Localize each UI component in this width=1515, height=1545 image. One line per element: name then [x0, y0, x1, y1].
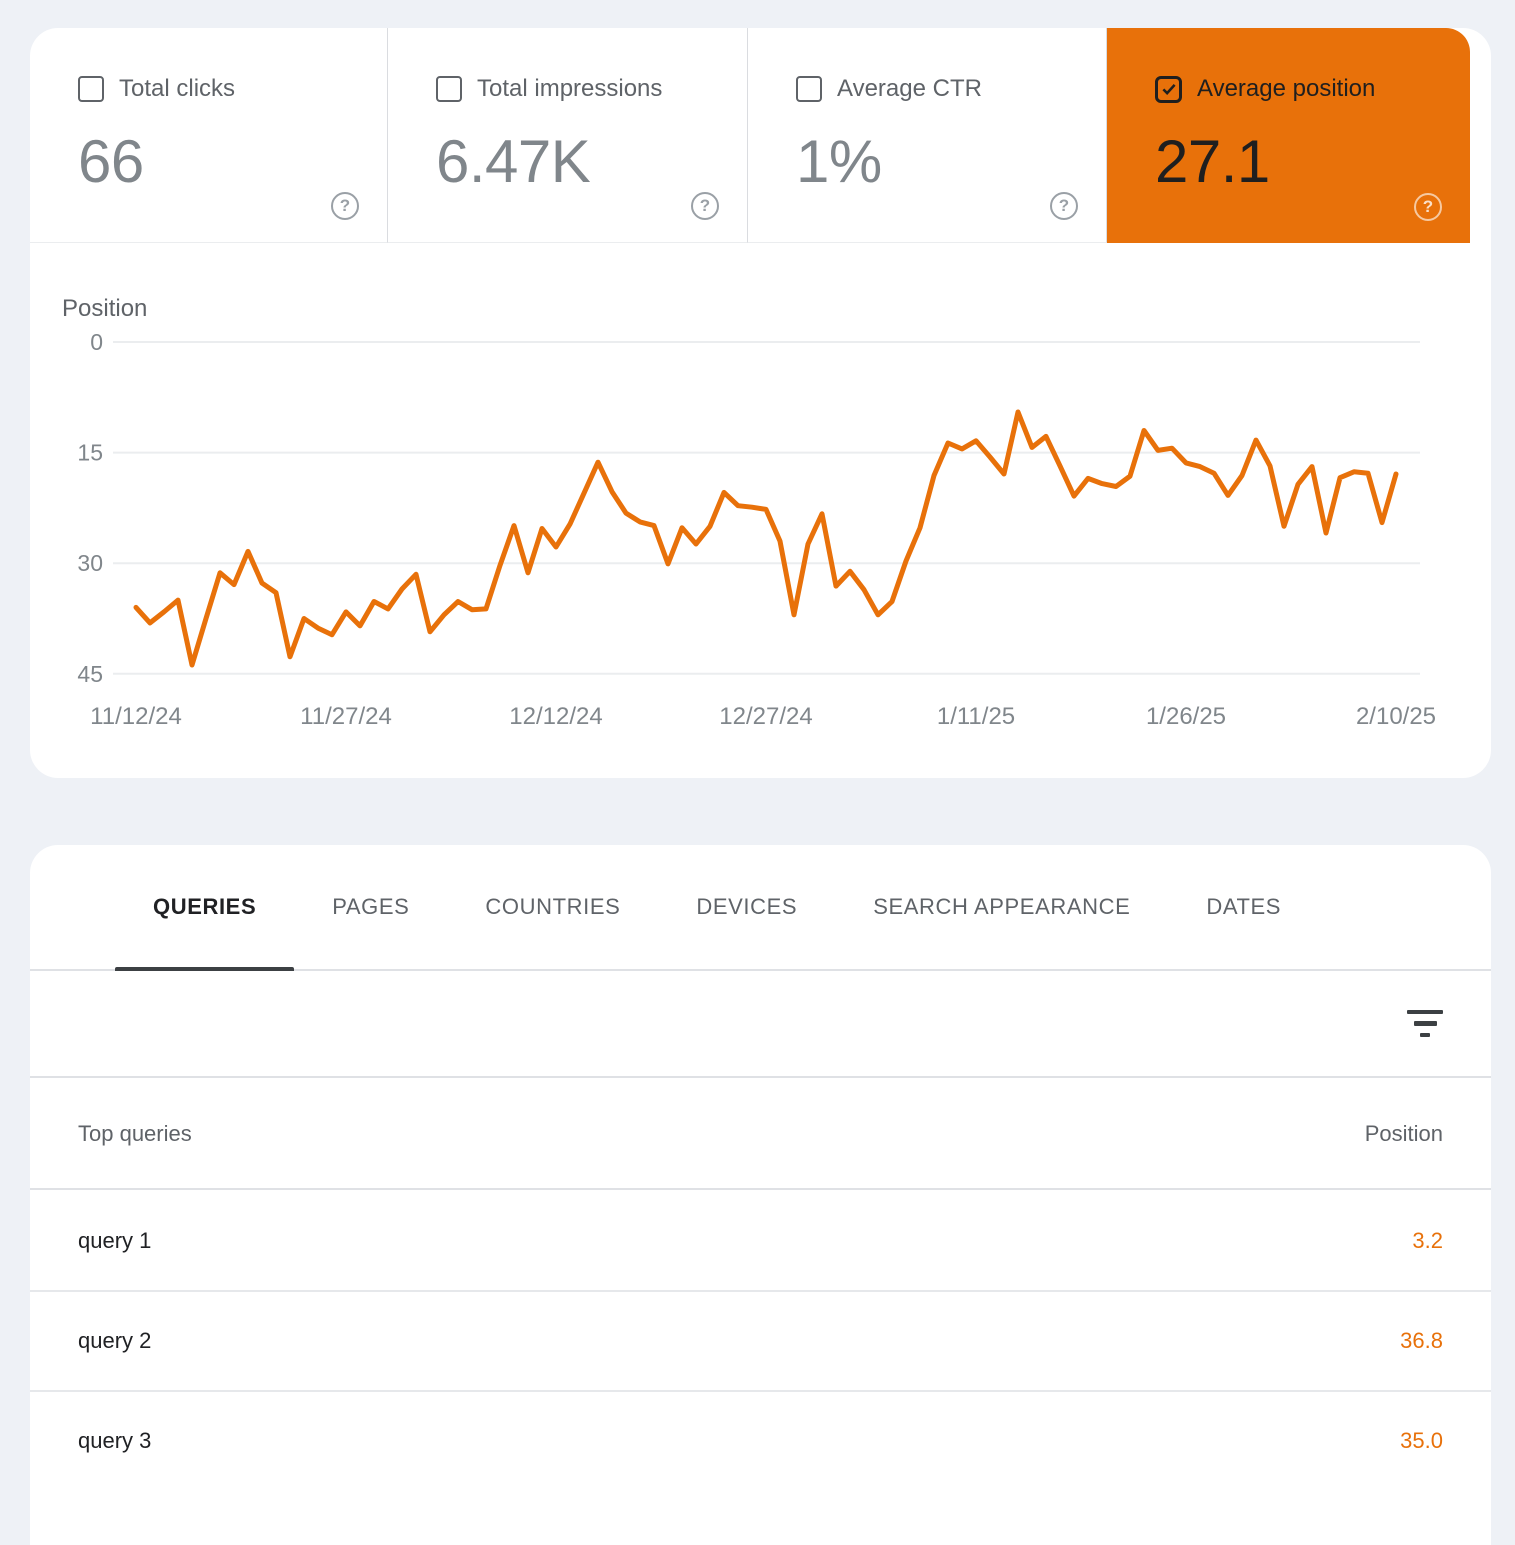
dimension-tabs: QUERIES PAGES COUNTRIES DEVICES SEARCH A… — [30, 845, 1491, 971]
position-cell: 3.2 — [1412, 1228, 1443, 1253]
y-tick-label: 30 — [77, 550, 103, 576]
help-icon[interactable]: ? — [331, 192, 359, 220]
help-icon[interactable]: ? — [1050, 192, 1078, 220]
help-icon[interactable]: ? — [691, 192, 719, 220]
query-cell[interactable]: query 2 — [78, 1328, 151, 1354]
metric-header: Total clicks — [78, 74, 235, 104]
metric-cards-row: Total clicks 66 ? Total impressions 6.47… — [30, 28, 1470, 243]
average-ctr-checkbox[interactable] — [796, 76, 822, 102]
query-cell[interactable]: query 1 — [78, 1228, 151, 1254]
tab-search-appearance[interactable]: SEARCH APPEARANCE — [835, 845, 1168, 969]
metric-value: 27.1 — [1155, 128, 1270, 195]
tab-label: DEVICES — [696, 894, 798, 919]
metric-card-total-clicks[interactable]: Total clicks 66 ? — [30, 28, 388, 243]
metric-card-average-position[interactable]: Average position 27.1 ? — [1107, 28, 1470, 243]
x-tick-label: 11/27/24 — [300, 703, 392, 730]
metric-label: Total impressions — [477, 75, 663, 102]
tab-devices[interactable]: DEVICES — [658, 845, 835, 969]
filter-button[interactable] — [1403, 1002, 1447, 1046]
metric-value: 6.47K — [436, 128, 591, 195]
table-header-row: Top queries Position — [30, 1080, 1491, 1190]
metric-card-average-ctr[interactable]: Average CTR 1% ? — [748, 28, 1107, 243]
top-queries-table-body: query 1 3.2 query 2 36.8 query 3 35.0 — [30, 1192, 1491, 1490]
metric-label: Average CTR — [837, 75, 982, 102]
table-row[interactable]: query 1 3.2 — [30, 1192, 1491, 1292]
table-toolbar — [30, 971, 1491, 1078]
table-row[interactable]: query 3 35.0 — [30, 1392, 1491, 1490]
x-tick-label: 11/12/24 — [90, 703, 182, 730]
tab-queries[interactable]: QUERIES — [115, 845, 295, 971]
metric-header: Average position — [1155, 74, 1375, 104]
metric-label: Total clicks — [119, 75, 236, 102]
metric-header: Total impressions — [436, 74, 662, 104]
position-cell: 36.8 — [1400, 1328, 1443, 1353]
average-position-line-chart: Position 0 15 30 45 11/12/24 11/27/24 12/12/24 1… — [62, 295, 1436, 730]
total-impressions-checkbox[interactable] — [436, 76, 462, 102]
position-series-line — [133, 409, 1399, 668]
x-tick-label: 12/27/24 — [719, 703, 812, 730]
metric-label: Average position — [1197, 75, 1376, 102]
filter-list-icon — [1407, 1009, 1443, 1015]
tab-countries[interactable]: COUNTRIES — [447, 845, 658, 969]
checkmark-icon — [1161, 84, 1176, 95]
y-tick-label: 0 — [90, 329, 103, 355]
average-position-checkbox[interactable] — [1155, 75, 1182, 103]
total-clicks-checkbox[interactable] — [78, 76, 104, 102]
tab-label: PAGES — [332, 894, 410, 919]
x-tick-label: 12/12/24 — [509, 703, 602, 730]
dimensions-table-card: QUERIES PAGES COUNTRIES DEVICES SEARCH A… — [30, 845, 1491, 1545]
performance-chart-card: Total clicks 66 ? Total impressions 6.47… — [30, 28, 1491, 778]
metric-card-total-impressions[interactable]: Total impressions 6.47K ? — [388, 28, 748, 243]
metric-value: 66 — [78, 128, 144, 195]
tab-label: SEARCH APPEARANCE — [873, 894, 1131, 919]
top-queries-column-header[interactable]: Top queries — [78, 1121, 192, 1147]
help-icon[interactable]: ? — [1414, 193, 1442, 221]
y-tick-label: 45 — [77, 661, 103, 687]
x-tick-label: 1/26/25 — [1146, 703, 1226, 730]
table-row[interactable]: query 2 36.8 — [30, 1292, 1491, 1392]
tab-label: COUNTRIES — [485, 894, 621, 919]
metric-value: 1% — [796, 128, 882, 195]
tab-dates[interactable]: DATES — [1168, 845, 1319, 969]
query-cell[interactable]: query 3 — [78, 1428, 151, 1454]
position-cell: 35.0 — [1400, 1428, 1443, 1453]
metric-header: Average CTR — [796, 74, 982, 104]
tab-pages[interactable]: PAGES — [294, 845, 447, 969]
tab-label: QUERIES — [153, 894, 257, 919]
tab-label: DATES — [1206, 894, 1282, 919]
position-column-header[interactable]: Position — [1365, 1121, 1443, 1147]
x-tick-label: 2/10/25 — [1356, 703, 1436, 730]
y-tick-label: 15 — [77, 440, 103, 466]
x-tick-label: 1/11/25 — [937, 703, 1015, 730]
y-axis-title: Position — [62, 295, 147, 322]
